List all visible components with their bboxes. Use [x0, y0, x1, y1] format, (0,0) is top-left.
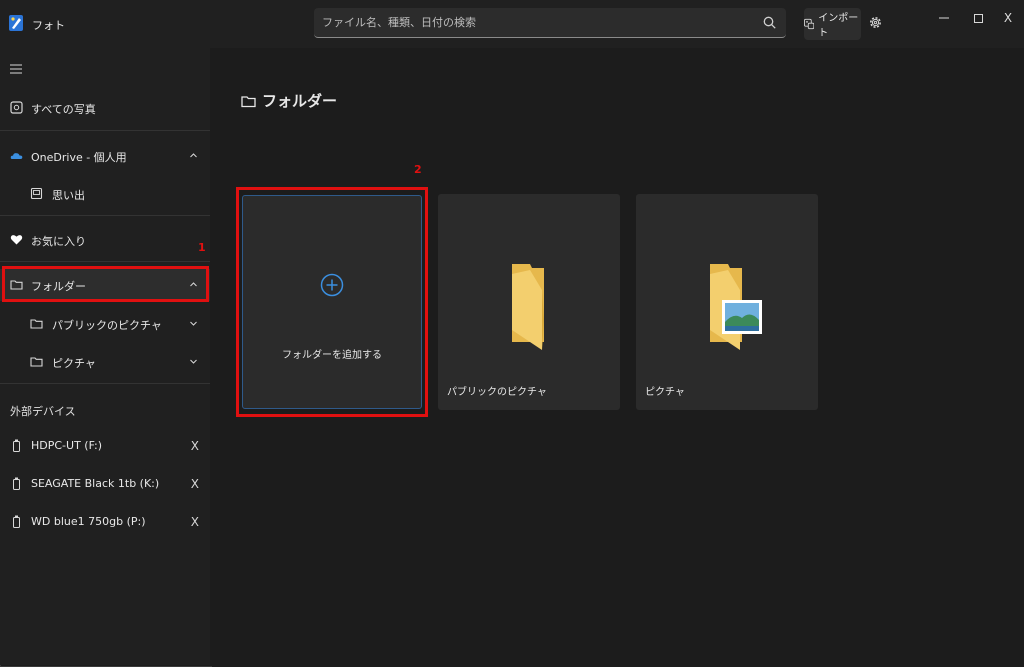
- sidebar-item-public-pictures[interactable]: パブリックのピクチャ: [0, 308, 210, 340]
- minimize-button[interactable]: [929, 8, 959, 28]
- sidebar-item-onedrive[interactable]: OneDrive - 個人用: [0, 140, 210, 172]
- sidebar-item-label: フォルダー: [31, 280, 86, 293]
- folder-tile-label: ピクチャ: [645, 387, 685, 398]
- folder-icon: [512, 264, 544, 350]
- sidebar-item-favorites[interactable]: お気に入り: [0, 224, 210, 256]
- search-icon[interactable]: [763, 16, 776, 29]
- maximize-icon: [973, 13, 983, 23]
- title-bar: フォト インポート X: [0, 0, 1024, 48]
- hamburger-menu-icon[interactable]: [10, 64, 22, 74]
- folder-tile-public-pictures[interactable]: パブリックのピクチャ: [438, 194, 620, 410]
- annotation-step-1: 1: [198, 241, 206, 254]
- photos-icon: [10, 101, 23, 114]
- sidebar-item-memories[interactable]: 思い出: [0, 178, 210, 210]
- eject-icon[interactable]: X: [191, 439, 199, 453]
- memories-album-icon: [30, 187, 43, 200]
- folder-icon: [10, 280, 23, 290]
- folder-icon: [30, 357, 43, 367]
- divider: [0, 130, 210, 131]
- sidebar-item-label: WD blue1 750gb (P:): [31, 515, 146, 528]
- onedrive-cloud-icon: [10, 153, 23, 159]
- divider: [0, 215, 210, 216]
- usb-drive-icon: [13, 439, 20, 452]
- maximize-button[interactable]: [963, 8, 993, 28]
- add-folder-plus-icon: [320, 273, 344, 297]
- close-button[interactable]: X: [993, 8, 1023, 28]
- sidebar-item-pictures[interactable]: ピクチャ: [0, 346, 210, 378]
- import-button[interactable]: インポート: [804, 8, 861, 40]
- divider: [0, 261, 210, 262]
- import-icon: [804, 18, 815, 30]
- usb-drive-icon: [13, 515, 20, 528]
- sidebar-item-label: ピクチャ: [52, 357, 96, 370]
- folder-tile-label: パブリックのピクチャ: [447, 387, 547, 398]
- chevron-up-icon[interactable]: [189, 280, 198, 289]
- sidebar-item-label: 思い出: [52, 189, 85, 202]
- search-input[interactable]: [322, 8, 752, 37]
- gear-icon[interactable]: [868, 15, 883, 30]
- add-folder-tile[interactable]: フォルダーを追加する: [242, 195, 422, 409]
- sidebar-item-label: OneDrive - 個人用: [31, 151, 127, 164]
- annotation-step-2: 2: [414, 163, 422, 176]
- heart-icon: [10, 235, 23, 245]
- folder-icon: [30, 319, 43, 329]
- chevron-down-icon[interactable]: [189, 319, 198, 328]
- page-title: フォルダー: [241, 90, 337, 111]
- sidebar-item-device[interactable]: SEAGATE Black 1tb (K:) X: [0, 468, 210, 500]
- external-devices-header: 外部デバイス: [10, 405, 76, 418]
- pictures-folder-icon: [710, 264, 762, 350]
- sidebar: すべての写真 OneDrive - 個人用 思い出 お気に入り フォルダー パブ…: [0, 48, 210, 665]
- eject-icon[interactable]: X: [191, 477, 199, 491]
- page-title-text: フォルダー: [262, 92, 338, 110]
- chevron-down-icon[interactable]: [189, 357, 198, 366]
- sidebar-item-device[interactable]: HDPC-UT (F:) X: [0, 430, 210, 462]
- chevron-up-icon[interactable]: [189, 151, 198, 160]
- divider: [0, 383, 210, 384]
- photos-app-icon: [9, 15, 23, 31]
- usb-drive-icon: [13, 477, 20, 490]
- add-folder-label: フォルダーを追加する: [282, 350, 382, 361]
- sidebar-item-label: お気に入り: [31, 235, 86, 248]
- sidebar-item-label: パブリックのピクチャ: [52, 319, 162, 332]
- minimize-icon: [939, 17, 949, 19]
- folder-icon: [241, 95, 256, 107]
- sidebar-item-label: SEAGATE Black 1tb (K:): [31, 477, 160, 490]
- sidebar-item-label: HDPC-UT (F:): [31, 439, 103, 452]
- sidebar-item-folders[interactable]: フォルダー: [0, 269, 210, 301]
- search-box[interactable]: [314, 8, 786, 38]
- sidebar-item-all-photos[interactable]: すべての写真: [0, 92, 210, 124]
- close-icon: X: [1003, 11, 1013, 25]
- folder-tile-pictures[interactable]: ピクチャ: [636, 194, 818, 410]
- sidebar-item-label: すべての写真: [31, 103, 96, 116]
- eject-icon[interactable]: X: [191, 515, 199, 529]
- import-label: インポート: [818, 13, 859, 39]
- app-title: フォト: [32, 19, 65, 32]
- sidebar-item-device[interactable]: WD blue1 750gb (P:) X: [0, 506, 210, 538]
